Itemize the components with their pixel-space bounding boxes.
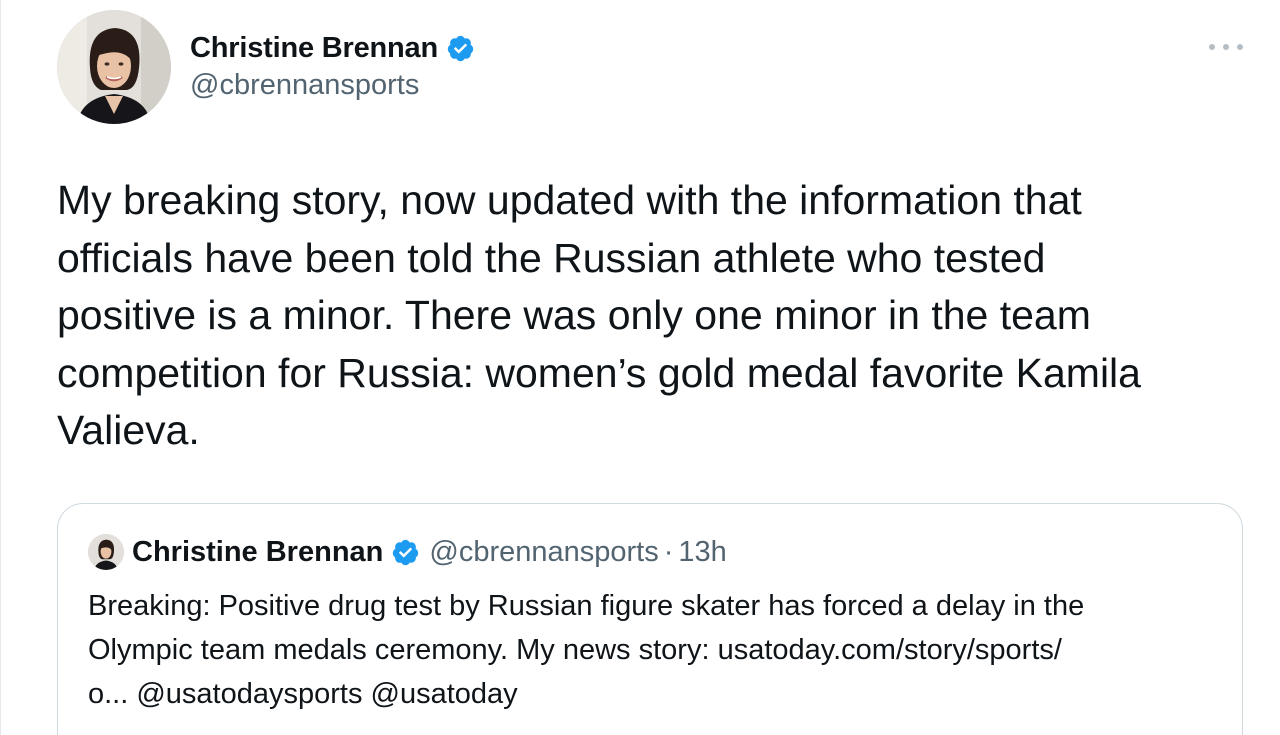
more-options-button[interactable]	[1209, 38, 1243, 56]
quoted-tweet-header: Christine Brennan @cbrennansports · 13h	[88, 534, 727, 570]
verified-badge-icon	[393, 539, 419, 565]
author-name-row: Christine Brennan	[190, 30, 475, 66]
more-dot	[1223, 44, 1229, 50]
quoted-author-handle: @cbrennansports	[429, 535, 659, 568]
quoted-author-name: Christine Brennan	[132, 535, 384, 568]
tweet-card: Christine Brennan @cbrennansports My bre…	[0, 0, 1280, 735]
quoted-timestamp: 13h	[678, 535, 727, 568]
more-dot	[1209, 44, 1215, 50]
author-avatar[interactable]	[57, 10, 171, 124]
verified-badge-icon	[447, 35, 474, 61]
more-dot	[1237, 44, 1243, 50]
quoted-tweet[interactable]: Christine Brennan @cbrennansports · 13h …	[57, 503, 1243, 735]
author-handle[interactable]: @cbrennansports	[190, 69, 419, 102]
quoted-author-avatar	[88, 534, 124, 570]
separator-dot: ·	[663, 535, 674, 568]
author-name[interactable]: Christine Brennan	[190, 32, 438, 65]
tweet-text: My breaking story, now updated with the …	[57, 177, 1141, 453]
quoted-tweet-text: Breaking: Positive drug test by Russian …	[88, 590, 1085, 710]
